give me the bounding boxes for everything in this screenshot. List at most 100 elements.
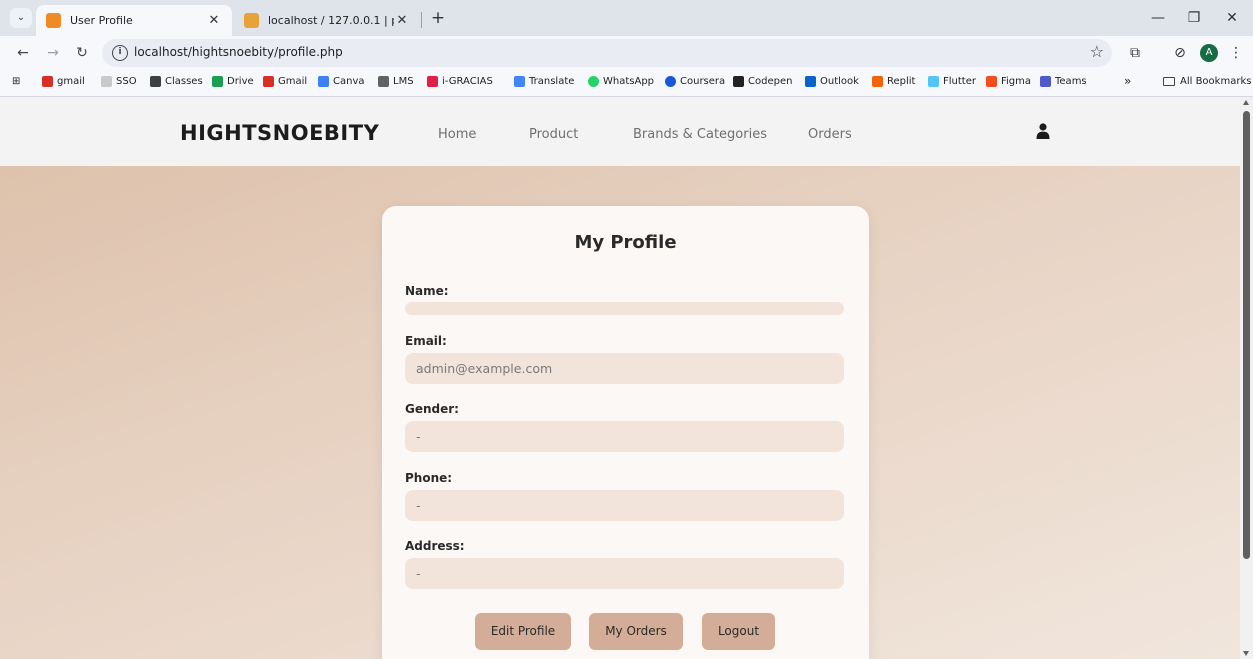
nav-home-link[interactable]: Home <box>438 127 476 142</box>
phone-label: Phone: <box>405 471 453 485</box>
restore-button[interactable]: ❐ <box>1176 6 1212 30</box>
coursera-icon <box>665 76 676 87</box>
close-icon[interactable]: ✕ <box>206 13 222 28</box>
bookmark-coursera[interactable]: Coursera <box>665 76 725 87</box>
logout-button[interactable]: Logout <box>702 613 775 650</box>
classes-icon <box>150 76 161 87</box>
new-tab-button[interactable]: + <box>428 8 448 28</box>
address-value: - <box>405 558 844 589</box>
bookmark-figma[interactable]: Figma <box>986 76 1031 87</box>
bookmark-label: Gmail <box>278 76 308 87</box>
tab-phpmyadmin[interactable]: localhost / 127.0.0.1 | phpMyAd ✕ <box>234 5 420 36</box>
tab-user-profile[interactable]: User Profile ✕ <box>36 5 232 36</box>
bookmark-label: Coursera <box>680 76 726 87</box>
phpmyadmin-favicon-icon <box>244 13 259 28</box>
bookmark-label: gmail <box>57 76 85 87</box>
bookmark-label: Replit <box>887 76 916 87</box>
profile-card: My Profile Name: Email: admin@example.co… <box>382 206 869 659</box>
bookmark-label: SSO <box>116 76 137 87</box>
bookmark-gmail-2[interactable]: Gmail <box>263 76 307 87</box>
name-value <box>405 302 844 315</box>
tab-title: localhost / 127.0.0.1 | phpMyAd <box>268 14 394 27</box>
menu-kebab-icon[interactable]: ⋮ <box>1226 43 1246 63</box>
tab-title: User Profile <box>70 14 133 27</box>
email-value: admin@example.com <box>405 353 844 384</box>
bookmark-lms[interactable]: LMS <box>378 76 414 87</box>
flutter-icon <box>928 76 939 87</box>
profile-avatar[interactable]: A <box>1200 44 1218 62</box>
bookmark-igracias[interactable]: i-GRACIAS <box>427 76 493 87</box>
bookmark-canva[interactable]: Canva <box>318 76 365 87</box>
edit-profile-button[interactable]: Edit Profile <box>475 613 571 650</box>
tab-divider <box>421 12 422 28</box>
bookmark-star-icon[interactable]: ☆ <box>1090 42 1104 61</box>
bookmark-label: Drive <box>227 76 254 87</box>
bookmark-outlook[interactable]: Outlook <box>805 76 859 87</box>
site-navbar: HIGHTSNOEBITY Home Product Brands & Cate… <box>0 97 1240 166</box>
figma-icon <box>986 76 997 87</box>
page-viewport: HIGHTSNOEBITY Home Product Brands & Cate… <box>0 97 1240 659</box>
outlook-icon <box>805 76 816 87</box>
whatsapp-icon <box>588 76 599 87</box>
bookmark-label: Translate <box>529 76 575 87</box>
bookmark-whatsapp[interactable]: WhatsApp <box>588 76 654 87</box>
reload-icon[interactable]: ↻ <box>71 42 93 64</box>
drive-icon <box>212 76 223 87</box>
back-arrow-icon[interactable]: ← <box>12 42 34 64</box>
canva-icon <box>318 76 329 87</box>
bookmark-label: Flutter <box>943 76 976 87</box>
window-close-button[interactable]: ✕ <box>1214 6 1250 30</box>
bookmark-label: Codepen <box>748 76 793 87</box>
bookmark-codepen[interactable]: Codepen <box>733 76 792 87</box>
nav-product-link[interactable]: Product <box>529 127 578 142</box>
gender-label: Gender: <box>405 402 459 416</box>
bookmark-label: Canva <box>333 76 365 87</box>
apps-grid-icon[interactable]: ⊞ <box>12 76 20 87</box>
bookmark-label: Outlook <box>820 76 859 87</box>
site-logo[interactable]: HIGHTSNOEBITY <box>180 121 379 145</box>
nav-orders-link[interactable]: Orders <box>808 127 852 142</box>
bookmark-translate[interactable]: Translate <box>514 76 574 87</box>
user-icon[interactable] <box>1036 123 1050 139</box>
extensions-puzzle-icon[interactable]: ⧉ <box>1125 43 1145 63</box>
bookmark-label: LMS <box>393 76 414 87</box>
url-text[interactable]: localhost/hightsnoebity/profile.php <box>134 45 343 59</box>
bookmark-label: Teams <box>1055 76 1087 87</box>
bookmark-sso[interactable]: SSO <box>101 76 137 87</box>
bookmarks-overflow-button[interactable]: » <box>1124 74 1131 88</box>
xampp-favicon-icon <box>46 13 61 28</box>
site-info-icon[interactable]: i <box>112 45 128 61</box>
bookmark-teams[interactable]: Teams <box>1040 76 1087 87</box>
nav-brands-categories-link[interactable]: Brands & Categories <box>633 127 767 142</box>
my-orders-button[interactable]: My Orders <box>589 613 683 650</box>
igracias-icon <box>427 76 438 87</box>
bookmark-drive[interactable]: Drive <box>212 76 254 87</box>
scroll-down-arrow-icon[interactable] <box>1243 651 1249 656</box>
replit-icon <box>872 76 883 87</box>
name-label: Name: <box>405 284 449 298</box>
translate-icon <box>514 76 525 87</box>
codepen-icon <box>733 76 744 87</box>
lms-icon <box>378 76 389 87</box>
sso-icon <box>101 76 112 87</box>
bookmark-flutter[interactable]: Flutter <box>928 76 976 87</box>
tab-search-button[interactable]: ⌄ <box>10 8 32 28</box>
browser-tab-strip: ⌄ User Profile ✕ localhost / 127.0.0.1 |… <box>0 0 1253 36</box>
address-label: Address: <box>405 539 465 553</box>
bookmark-classes[interactable]: Classes <box>150 76 203 87</box>
scrollbar-thumb[interactable] <box>1243 111 1250 559</box>
scroll-up-arrow-icon[interactable] <box>1243 100 1249 105</box>
bookmark-replit[interactable]: Replit <box>872 76 915 87</box>
performance-icon[interactable]: ⊘ <box>1170 43 1190 63</box>
all-bookmarks-button[interactable]: All Bookmarks <box>1163 76 1251 87</box>
bookmark-label: Classes <box>165 76 203 87</box>
phone-value: - <box>405 490 844 521</box>
browser-toolbar: ← → ↻ i localhost/hightsnoebity/profile.… <box>0 36 1253 70</box>
page-scrollbar[interactable] <box>1240 97 1253 659</box>
gmail-icon <box>263 76 274 87</box>
close-icon[interactable]: ✕ <box>394 13 410 28</box>
bookmark-gmail[interactable]: gmail <box>42 76 85 87</box>
forward-arrow-icon[interactable]: → <box>42 42 64 64</box>
minimize-button[interactable]: — <box>1140 6 1176 30</box>
address-bar[interactable]: i localhost/hightsnoebity/profile.php ☆ <box>102 39 1112 67</box>
